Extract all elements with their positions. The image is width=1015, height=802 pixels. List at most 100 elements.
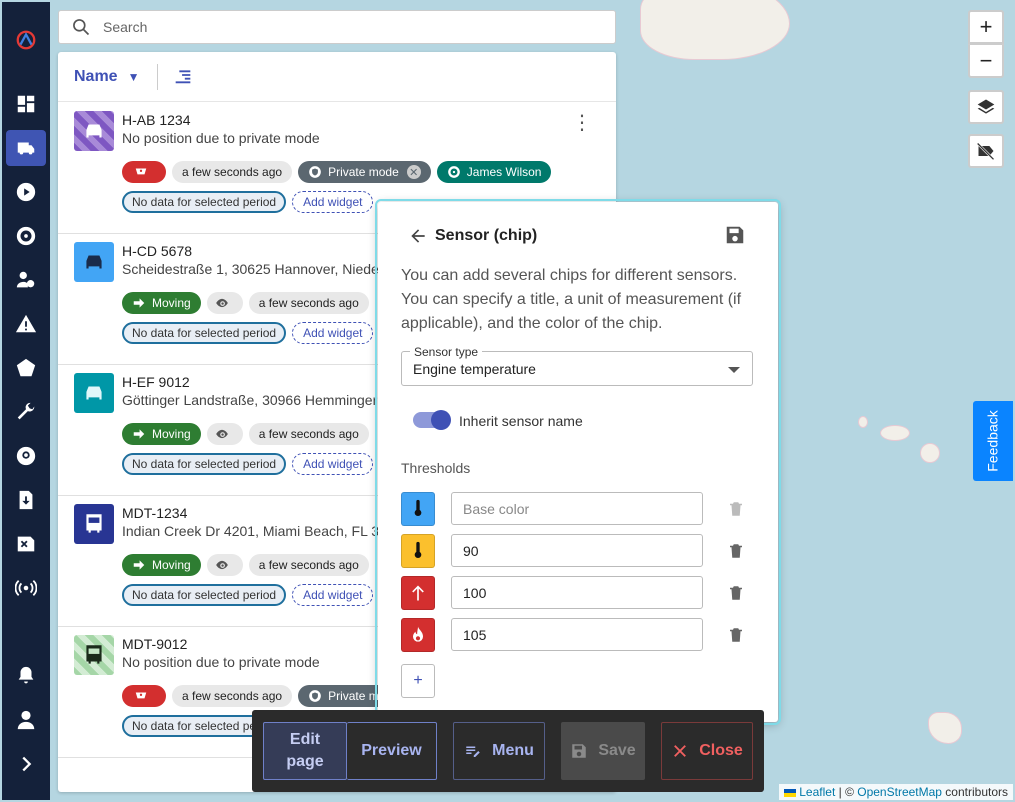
sidebar-item-replay[interactable] [6, 174, 46, 210]
threshold-color-button[interactable] [401, 492, 435, 526]
edit-label-line2: page [286, 753, 324, 770]
save-icon-button[interactable] [724, 224, 746, 249]
sidebar-item-drivers[interactable] [6, 218, 46, 254]
sort-direction-button[interactable] [172, 64, 194, 89]
app-logo[interactable] [6, 22, 46, 58]
sidebar-item-geofences[interactable] [6, 350, 46, 386]
sidebar-item-dashboard[interactable] [6, 86, 46, 122]
tracking-chip [206, 292, 243, 314]
no-data-chip: No data for selected period [122, 191, 287, 213]
broadcast-icon [15, 580, 37, 596]
user-shield-icon [16, 271, 35, 288]
threshold-color-button[interactable] [401, 618, 435, 652]
sensor-type-select[interactable]: Sensor type Engine temperature [401, 345, 753, 386]
toggle-knob [431, 410, 451, 430]
arrow-right-icon [133, 560, 145, 570]
thermometer-icon [414, 541, 422, 559]
threshold-row [401, 492, 761, 526]
vehicle-address: Indian Creek Dr 4201, Miami Beach, FL 33 [122, 523, 387, 539]
sidebar [2, 2, 50, 800]
inherit-sensor-name-toggle[interactable] [413, 410, 451, 430]
close-icon[interactable]: ✕ [406, 165, 421, 179]
layers-icon [977, 99, 995, 114]
preview-button[interactable]: Preview [347, 722, 437, 780]
vehicles-icon [17, 142, 35, 155]
delete-threshold-button[interactable] [727, 583, 745, 606]
play-icon [16, 182, 36, 202]
sort-field-button[interactable]: Name [74, 68, 118, 86]
report-download-icon [19, 490, 33, 510]
car-icon [86, 255, 102, 269]
sidebar-item-devices[interactable] [6, 570, 46, 606]
delete-threshold-button[interactable] [727, 541, 745, 564]
no-data-chip: No data for selected period [122, 584, 287, 606]
save-button[interactable]: Save [561, 722, 645, 780]
sidebar-item-alerts[interactable] [6, 306, 46, 342]
sidebar-item-places[interactable] [6, 438, 46, 474]
ignition-icon [135, 168, 147, 175]
add-widget-button[interactable]: Add widget [292, 322, 374, 344]
sidebar-item-reports[interactable] [6, 482, 46, 518]
dropdown-caret-icon [728, 367, 740, 373]
floppy-disk-icon [726, 226, 744, 244]
threshold-input[interactable] [451, 534, 703, 567]
edit-label-line1: Edit [289, 731, 321, 748]
dashboard-icon [17, 95, 35, 113]
route-icon [17, 536, 35, 552]
more-vert-icon[interactable]: ⋮ [572, 113, 592, 133]
ukraine-flag-icon [783, 788, 796, 797]
feedback-tab[interactable]: Feedback [973, 401, 1013, 481]
search-input[interactable] [103, 19, 583, 35]
thermometer-icon [414, 499, 422, 517]
delete-threshold-button[interactable] [727, 625, 745, 648]
threshold-input[interactable] [451, 618, 703, 651]
threshold-color-button[interactable] [401, 534, 435, 568]
moving-status-chip: Moving [122, 292, 201, 314]
menu-button[interactable]: Menu [453, 722, 545, 780]
location-icon [16, 446, 36, 466]
map-attribution: Leaflet | © OpenStreetMap contributors [778, 784, 1013, 800]
threshold-row [401, 618, 761, 652]
sidebar-item-maintenance[interactable] [6, 394, 46, 430]
sidebar-expand[interactable] [6, 746, 46, 782]
vehicle-address: Scheidestraße 1, 30625 Hannover, Nieder [122, 261, 384, 277]
eye-search-icon [215, 429, 228, 439]
back-button[interactable] [408, 226, 428, 249]
driver-chip: James Wilson [436, 161, 552, 183]
osm-link[interactable]: OpenStreetMap [857, 785, 942, 799]
leaflet-link[interactable]: Leaflet [799, 785, 835, 799]
vehicle-avatar [74, 373, 114, 413]
hide-labels-button[interactable] [968, 134, 1004, 168]
add-widget-button[interactable]: Add widget [292, 584, 374, 606]
threshold-input[interactable] [451, 492, 703, 525]
zoom-in-button[interactable]: + [968, 10, 1004, 44]
threshold-color-button[interactable] [401, 576, 435, 610]
ignition-status-chip [122, 161, 166, 183]
chevron-down-icon[interactable]: ▼ [128, 70, 140, 84]
add-threshold-button[interactable]: + [401, 664, 435, 698]
sort-descending-icon [176, 70, 191, 84]
zoom-out-button[interactable]: − [968, 44, 1004, 78]
tracking-chip [206, 423, 243, 445]
eye-search-icon [215, 298, 228, 308]
edit-toolbar: Edit page Preview Menu Save Close [252, 710, 764, 792]
layers-button[interactable] [968, 90, 1004, 124]
last-update-chip: a few seconds ago [248, 423, 369, 445]
sidebar-item-vehicles[interactable] [6, 130, 46, 166]
last-update-chip: a few seconds ago [248, 292, 369, 314]
add-widget-button[interactable]: Add widget [292, 191, 374, 213]
add-widget-button[interactable]: Add widget [292, 453, 374, 475]
edit-page-button[interactable]: Edit page [263, 722, 347, 780]
sidebar-item-routes[interactable] [6, 526, 46, 562]
threshold-input[interactable] [451, 576, 703, 609]
car-icon [86, 386, 102, 400]
close-button[interactable]: Close [661, 722, 753, 780]
delete-threshold-button[interactable] [727, 499, 745, 522]
sidebar-item-notifications[interactable] [6, 658, 46, 694]
last-update-chip: a few seconds ago [172, 685, 293, 707]
sidebar-item-users[interactable] [6, 262, 46, 298]
sidebar-item-account[interactable] [6, 702, 46, 738]
bell-icon [18, 666, 34, 684]
shield-icon [309, 166, 321, 178]
vehicle-avatar [74, 635, 114, 675]
